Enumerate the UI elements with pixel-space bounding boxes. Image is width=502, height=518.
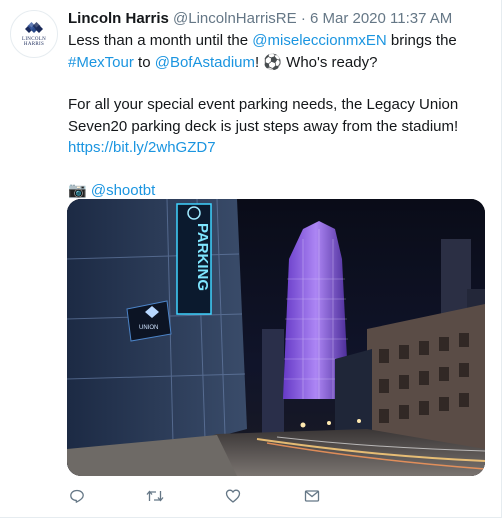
tweet-actions <box>67 486 367 506</box>
avatar[interactable]: LINCOLN HARRIS <box>10 10 58 58</box>
tweet-paragraph-1: Less than a month until the @miseleccion… <box>68 30 488 73</box>
tweet-paragraph-3: 📷 @shootbt <box>68 180 488 202</box>
union-sign-text: UNION <box>139 325 158 331</box>
heart-icon <box>225 489 241 503</box>
tweet-text: Less than a month until the @miseleccion… <box>68 30 488 201</box>
author-handle[interactable]: @LincolnHarrisRE <box>173 10 297 27</box>
text-segment: ! ⚽ Who's ready? <box>255 53 378 71</box>
text-segment: Less than a month until the <box>68 32 253 49</box>
share-button[interactable] <box>302 486 322 506</box>
avatar-logo-text-line2: HARRIS <box>23 42 45 47</box>
parking-sign-text: PARKING <box>194 223 211 291</box>
reply-button[interactable] <box>67 486 87 506</box>
retweet-icon <box>146 490 164 502</box>
lincoln-harris-logo-icon <box>25 22 43 33</box>
tweet-timestamp[interactable]: 6 Mar 2020 11:37 AM <box>310 10 452 27</box>
tweet-content: Lincoln Harris @LincolnHarrisRE · 6 Mar … <box>68 10 488 201</box>
like-button[interactable] <box>223 486 243 506</box>
camera-icon: 📷 <box>68 181 91 199</box>
url-link[interactable]: https://bit.ly/2whGZD7 <box>68 139 216 156</box>
text-segment: to <box>133 53 155 71</box>
hashtag-link[interactable]: #MexTour <box>68 54 134 71</box>
tweet-header: Lincoln Harris @LincolnHarrisRE · 6 Mar … <box>68 10 488 28</box>
text-segment: For all your special event parking needs… <box>68 96 459 135</box>
reply-icon <box>70 489 84 503</box>
tweet-card[interactable]: LINCOLN HARRIS Lincoln Harris @LincolnHa… <box>0 0 502 518</box>
header-separator: · <box>300 10 306 27</box>
tweet-photo[interactable]: PARKING UNION <box>67 199 485 476</box>
envelope-icon <box>304 490 320 502</box>
city-night-photo-icon: PARKING UNION <box>67 199 485 476</box>
tweet-paragraph-2: For all your special event parking needs… <box>68 94 488 159</box>
mention-link[interactable]: @shootbt <box>91 182 155 199</box>
mention-link[interactable]: @BofAstadium <box>155 54 255 71</box>
mention-link[interactable]: @miseleccionmxEN <box>252 32 386 49</box>
author-name[interactable]: Lincoln Harris <box>68 10 169 27</box>
text-segment: brings the <box>386 32 457 49</box>
retweet-button[interactable] <box>145 486 165 506</box>
